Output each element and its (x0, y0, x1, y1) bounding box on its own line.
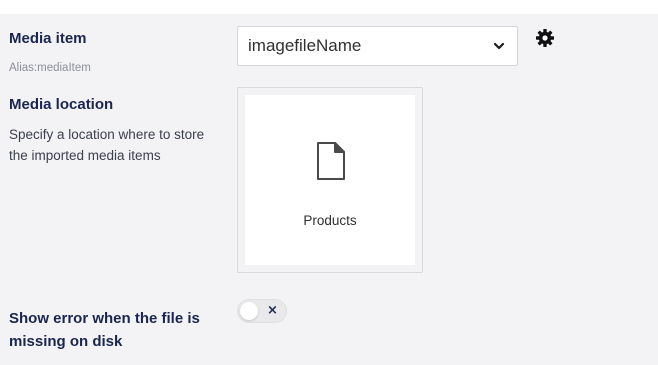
media-location-label: Media location (9, 96, 114, 113)
media-item-label: Media item (9, 30, 87, 47)
media-picker: Products (237, 87, 423, 273)
chevron-down-icon (493, 42, 505, 50)
media-item-selected-value: imagefileName (248, 36, 362, 55)
media-item-select[interactable]: imagefileName (237, 26, 518, 66)
media-item-name: Products (303, 213, 357, 228)
media-item-alias: Alias:mediaItem (9, 62, 91, 74)
file-icon (317, 142, 345, 180)
gear-icon[interactable] (535, 28, 555, 48)
show-error-toggle[interactable]: × (237, 299, 287, 323)
media-location-description: Specify a location where to store the im… (9, 127, 205, 163)
toggle-knob (240, 302, 258, 320)
show-error-label: Show error when the file is missing on d… (9, 310, 200, 350)
close-icon: × (267, 303, 278, 318)
media-item-card[interactable]: Products (245, 95, 415, 265)
